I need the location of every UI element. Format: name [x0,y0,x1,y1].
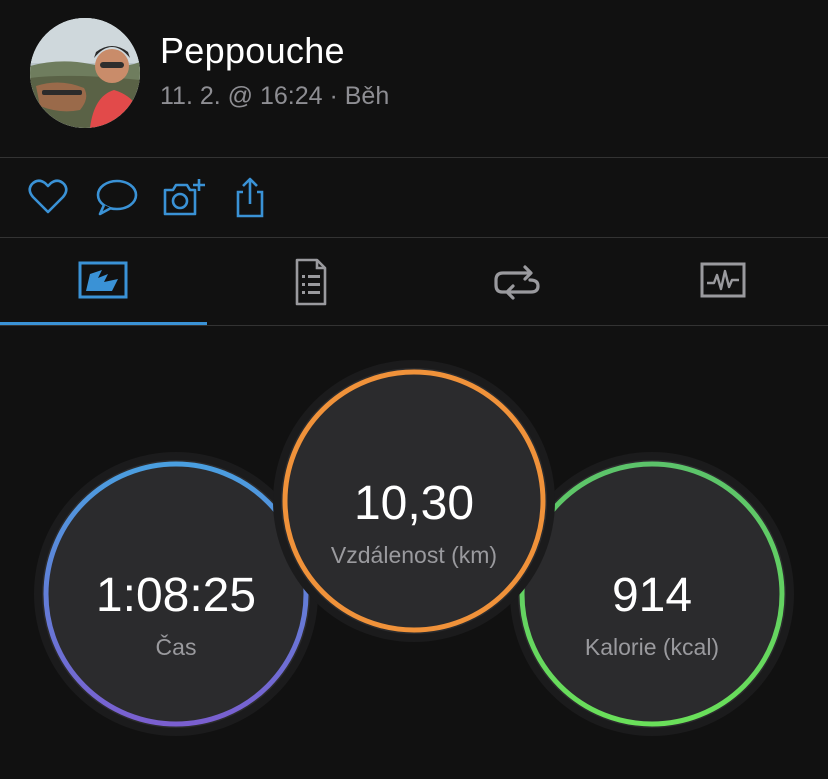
add-photo-button[interactable] [161,176,207,220]
heart-rate-chart-icon [700,262,746,298]
speech-bubble-icon [96,179,138,216]
calories-value: 914 [611,569,693,622]
avatar[interactable] [30,18,140,128]
action-bar [0,158,828,237]
distance-label: Vzdálenost (km) [330,542,498,568]
tab-bar [0,238,828,326]
activity-header: Peppouche 11. 2. @ 16:24 · Běh [0,0,828,157]
share-button[interactable] [227,176,273,220]
calories-label: Kalorie (kcal) [584,634,720,660]
time-label: Čas [155,634,197,660]
repeat-icon [494,265,540,300]
tab-laps[interactable] [414,238,621,326]
document-list-icon [295,258,327,306]
time-value: 1:08:25 [95,569,257,622]
heart-icon [28,179,68,214]
distance-value: 10,30 [353,477,475,530]
calories-stat: 914 Kalorie (kcal) [518,460,786,728]
divider [0,325,828,326]
distance-stat: 10,30 Vzdálenost (km) [281,368,547,634]
activity-date-type: 11. 2. @ 16:24 · Běh [160,82,390,110]
overview-icon [78,261,128,299]
comment-button[interactable] [94,176,140,220]
tab-charts[interactable] [621,238,828,326]
camera-plus-icon [163,179,205,216]
tab-details[interactable] [207,238,414,326]
share-icon [236,177,264,218]
like-button[interactable] [25,176,71,220]
time-stat: 1:08:25 Čas [42,460,310,728]
avatar-photo [30,18,140,128]
user-name[interactable]: Peppouche [160,30,345,72]
tab-overview[interactable] [0,238,207,326]
